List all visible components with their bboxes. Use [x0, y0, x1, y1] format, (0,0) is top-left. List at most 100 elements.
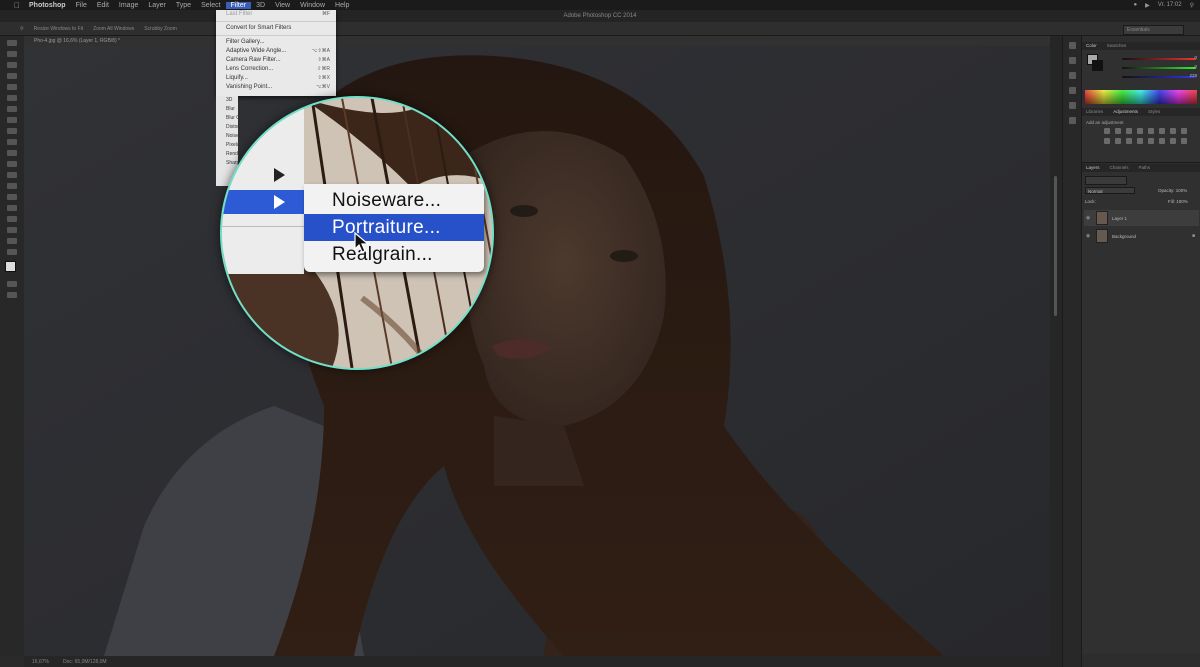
tab-styles[interactable]: Styles	[1148, 108, 1160, 116]
blur-tool-icon[interactable]	[7, 172, 17, 178]
menu-window[interactable]: Window	[295, 2, 330, 9]
menu-edit[interactable]: Edit	[92, 2, 114, 9]
menu-select[interactable]: Select	[196, 2, 225, 9]
canvas-scrollbar[interactable]	[1050, 36, 1062, 667]
history-icon[interactable]	[1068, 42, 1076, 49]
menu-type[interactable]: Type	[171, 2, 196, 9]
screen-mode-icon[interactable]	[7, 292, 17, 298]
bg-swatch[interactable]	[1092, 60, 1103, 71]
marquee-tool-icon[interactable]	[7, 51, 17, 57]
layer-row-background[interactable]: ◉ Background ■	[1084, 228, 1199, 244]
green-value[interactable]: 0	[1194, 64, 1197, 69]
tab-libraries[interactable]: Libraries	[1086, 108, 1103, 116]
dodge-tool-icon[interactable]	[7, 183, 17, 189]
opacity-field[interactable]: Opacity: 100%	[1158, 188, 1187, 193]
menu-item-noiseware[interactable]: Noiseware...	[304, 187, 484, 214]
tab-layers[interactable]: Layers	[1086, 164, 1100, 172]
posterize-icon[interactable]	[1148, 138, 1154, 144]
menu-layer[interactable]: Layer	[143, 2, 171, 9]
curves-icon[interactable]	[1126, 128, 1132, 134]
menu-help[interactable]: Help	[330, 2, 354, 9]
lasso-tool-icon[interactable]	[7, 62, 17, 68]
blue-slider[interactable]	[1122, 76, 1196, 78]
green-slider[interactable]	[1122, 67, 1196, 69]
foreground-color[interactable]	[5, 261, 16, 272]
tab-swatches[interactable]: Swatches	[1107, 42, 1127, 50]
menu-filter[interactable]: Filter	[225, 1, 252, 9]
color-lookup-icon[interactable]	[1126, 138, 1132, 144]
filter-adaptive-wide-angle[interactable]: Adaptive Wide Angle... ⌥⇧⌘A	[216, 47, 336, 56]
filter-vanishing-point[interactable]: Vanishing Point... ⌥⌘V	[216, 83, 336, 92]
eye-icon[interactable]: ◉	[1084, 215, 1092, 221]
paragraph-icon[interactable]	[1068, 117, 1076, 124]
doc-size[interactable]: Doc: 65,0M/128,0M	[63, 659, 107, 665]
red-value[interactable]: 0	[1194, 55, 1197, 60]
menu-clock[interactable]: Vr. 17:02	[1158, 2, 1182, 8]
blue-value[interactable]: 229	[1189, 73, 1197, 78]
color-spectrum[interactable]	[1085, 90, 1197, 104]
option-resize-windows[interactable]: Resize Windows to Fit	[34, 26, 83, 32]
layer-row-layer1[interactable]: ◉ Layer 1	[1084, 210, 1199, 226]
menu-app-photoshop[interactable]: Photoshop	[24, 2, 71, 9]
actions-icon[interactable]	[1068, 72, 1076, 79]
path-select-tool-icon[interactable]	[7, 216, 17, 222]
zoom-tool-icon-2[interactable]	[7, 249, 17, 255]
brush-tool-icon[interactable]	[7, 117, 17, 123]
stamp-tool-icon[interactable]	[7, 128, 17, 134]
filter-lens-correction[interactable]: Lens Correction... ⇧⌘R	[216, 65, 336, 74]
hue-sat-icon[interactable]	[1159, 128, 1165, 134]
brightness-icon[interactable]	[1104, 128, 1110, 134]
brush-presets-icon[interactable]	[1068, 87, 1076, 94]
wifi-icon[interactable]: ●	[1134, 2, 1138, 8]
filter-gallery[interactable]: Filter Gallery...	[216, 38, 336, 47]
workspace-select[interactable]: Essentials	[1123, 25, 1184, 35]
invert-icon[interactable]	[1137, 138, 1143, 144]
filter-convert-smart[interactable]: Convert for Smart Filters	[216, 24, 336, 33]
menu-item-portraiture[interactable]: Portraiture...	[304, 214, 484, 241]
gradient-map-icon[interactable]	[1170, 138, 1176, 144]
option-zoom-all-windows[interactable]: Zoom All Windows	[93, 26, 134, 32]
hand-tool-icon[interactable]	[7, 238, 17, 244]
blend-mode-select[interactable]: Normal	[1085, 187, 1135, 194]
filter-liquify[interactable]: Liquify... ⇧⌘X	[216, 74, 336, 83]
channel-mixer-icon[interactable]	[1115, 138, 1121, 144]
fill-field[interactable]: Fill: 100%	[1168, 199, 1188, 204]
history-brush-tool-icon[interactable]	[7, 139, 17, 145]
eraser-tool-icon[interactable]	[7, 150, 17, 156]
levels-icon[interactable]	[1115, 128, 1121, 134]
layer-name[interactable]: Background	[1112, 234, 1136, 239]
exposure-icon[interactable]	[1137, 128, 1143, 134]
character-icon[interactable]	[1068, 102, 1076, 109]
apple-icon[interactable]: 	[14, 1, 24, 10]
filter-camera-raw[interactable]: Camera Raw Filter... ⇧⌘A	[216, 56, 336, 65]
type-tool-icon[interactable]	[7, 205, 17, 211]
shape-tool-icon[interactable]	[7, 227, 17, 233]
tab-color[interactable]: Color	[1086, 42, 1097, 50]
threshold-icon[interactable]	[1159, 138, 1165, 144]
menu-view[interactable]: View	[270, 2, 295, 9]
menu-image[interactable]: Image	[114, 2, 143, 9]
properties-icon[interactable]	[1068, 57, 1076, 64]
crop-tool-icon[interactable]	[7, 84, 17, 90]
vibrance-icon[interactable]	[1148, 128, 1154, 134]
zoom-level[interactable]: 16,67%	[32, 659, 49, 665]
magnified-highlighted-row[interactable]	[222, 190, 304, 214]
tab-paths[interactable]: Paths	[1139, 164, 1151, 172]
gradient-tool-icon[interactable]	[7, 161, 17, 167]
move-tool-icon[interactable]	[7, 40, 17, 46]
color-balance-icon[interactable]	[1170, 128, 1176, 134]
quick-select-tool-icon[interactable]	[7, 73, 17, 79]
menu-file[interactable]: File	[71, 2, 92, 9]
pen-tool-icon[interactable]	[7, 194, 17, 200]
bw-icon[interactable]	[1181, 128, 1187, 134]
photo-filter-icon[interactable]	[1104, 138, 1110, 144]
eyedropper-tool-icon[interactable]	[7, 95, 17, 101]
volume-icon[interactable]: ▶	[1145, 2, 1150, 9]
selective-color-icon[interactable]	[1181, 138, 1187, 144]
search-icon[interactable]: ⚲	[1190, 2, 1194, 9]
canvas[interactable]	[24, 46, 1050, 656]
menu-3d[interactable]: 3D	[251, 2, 270, 9]
eye-icon[interactable]: ◉	[1084, 233, 1092, 239]
zoom-tool-icon[interactable]: ⚲	[20, 26, 24, 32]
scrollbar-thumb[interactable]	[1054, 176, 1057, 316]
